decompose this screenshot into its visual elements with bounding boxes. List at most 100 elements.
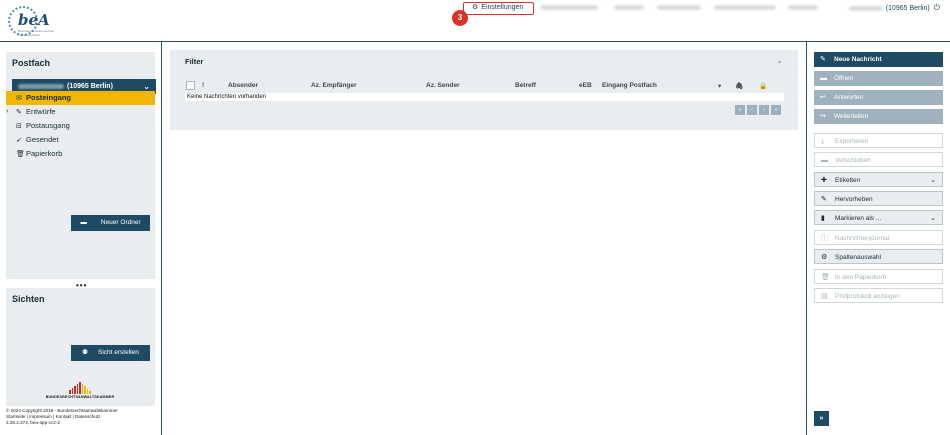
brak-bars-icon (44, 382, 116, 394)
chevron-down-icon: ⌄ (930, 215, 936, 222)
action-sidebar: ✎ Neue Nachricht ▬ Öffnen ↩ Antworten ↪ Weit… (806, 42, 950, 435)
logo-text: beA (18, 11, 50, 29)
action-label: Spaltenauswahl (835, 254, 881, 261)
step-badge: 3 (452, 10, 468, 26)
col-betreff[interactable]: Betreff (515, 82, 536, 89)
header-link-blurred-5[interactable] (788, 5, 818, 10)
folder-label: Entwürfe (26, 107, 56, 116)
col-absender[interactable]: Absender (228, 82, 258, 89)
select-all-checkbox[interactable] (186, 81, 195, 90)
col-az-sender[interactable]: Az. Sender (426, 82, 460, 89)
highlight-icon: ✎ (821, 196, 827, 203)
header-link-blurred-4[interactable] (714, 5, 776, 10)
mark-as-dropdown[interactable]: ▮ Markieren als ... ⌄ (814, 210, 943, 225)
prev-page-button[interactable]: ‹ (747, 105, 757, 115)
folder-posteingang[interactable]: ✉ Posteingang (6, 91, 155, 105)
new-folder-button[interactable]: ▬ Neuer Ordner (71, 215, 150, 231)
export-button[interactable]: ⤓ Exportieren (814, 133, 943, 148)
reply-icon: ↩ (820, 94, 826, 101)
chevron-down-icon[interactable]: ⌄ (776, 56, 783, 65)
settings-label: Einstellungen (481, 4, 524, 11)
move-to-trash-button[interactable]: 🗑 In den Papierkorb (814, 269, 943, 284)
trash-icon: 🗑 (16, 151, 25, 158)
folder-postausgang[interactable]: ⊟ Postausgang (6, 119, 155, 133)
col-priority[interactable]: ! (202, 82, 204, 89)
folder-label: Postausgang (26, 121, 70, 130)
highlight-button[interactable]: ✎ Hervorheben (814, 191, 943, 206)
create-view-label: Sicht erstellen (98, 349, 139, 356)
action-label: Weiterleiten (834, 113, 869, 120)
chevron-down-icon: ⌄ (930, 177, 936, 184)
folder-entwuerfe[interactable]: › ✎ Entwürfe (6, 105, 155, 119)
header-link-blurred-3[interactable] (657, 5, 701, 10)
lock-icon: 🔒 (759, 83, 768, 90)
filter-title[interactable]: Filter (185, 57, 203, 66)
document-icon: ▤ (821, 293, 828, 300)
col-eingang[interactable]: Eingang Postfach (602, 82, 657, 89)
pencil-icon: ✎ (820, 56, 826, 63)
folder-label: Gesendet (26, 135, 59, 144)
folder-gesendet[interactable]: ➶ Gesendet (6, 133, 155, 147)
action-label: Etiketten (835, 177, 861, 184)
new-folder-label: Neuer Ordner (100, 219, 141, 226)
brak-logo: BUNDESRECHTSANWALTSKAMMER (44, 382, 116, 399)
create-view-button[interactable]: ⚉ Sicht erstellen (71, 345, 150, 361)
tag-icon: ✚ (821, 177, 827, 184)
attachment-icon: 🖇 (735, 83, 744, 90)
footer-text: © 2024 Copyright 2018 - Bundesrechtsanwa… (6, 408, 118, 426)
view-icon: ⚉ (82, 349, 88, 356)
sichten-title: Sichten (12, 294, 45, 304)
user-location: (10965 Berlin) (885, 5, 930, 12)
empty-message-row: Keine Nachrichten vorhanden (185, 93, 784, 101)
mailbox-owner-blurred (18, 83, 64, 89)
folder-label: Posteingang (26, 93, 72, 102)
message-journal-button[interactable]: ⓘ Nachrichtenjournal (814, 230, 943, 245)
col-az-empfaenger[interactable]: Az. Empfänger (311, 82, 357, 89)
action-label: Hervorheben (835, 196, 873, 203)
labels-dropdown[interactable]: ✚ Etiketten ⌄ (814, 172, 943, 187)
action-label: Markieren als ... (835, 215, 882, 222)
action-label: Neue Nachricht (834, 56, 882, 63)
folder-papierkorb[interactable]: 🗑Papierkorb (6, 147, 155, 161)
last-page-button[interactable]: » (771, 105, 781, 115)
reply-button[interactable]: ↩ Antworten (814, 90, 943, 105)
sort-desc-icon[interactable]: ▾ (718, 82, 721, 90)
mailbox-label: (10965 Berlin) (67, 83, 113, 90)
message-table-header: ! Absender Az. Empfänger Az. Sender Betr… (186, 80, 784, 92)
power-icon[interactable]: ⏻ (934, 3, 940, 12)
header-link-blurred-2[interactable] (614, 5, 644, 10)
expand-sidebar-button[interactable]: » (814, 411, 829, 426)
column-selection-button[interactable]: ⚙ Spaltenauswahl (814, 249, 943, 264)
folder-icon: ▬ (80, 219, 87, 226)
brak-name: BUNDESRECHTSANWALTSKAMMER (45, 395, 115, 399)
folder-label: Papierkorb (26, 149, 63, 158)
action-label: Nachrichtenjournal (835, 235, 890, 242)
first-page-button[interactable]: « (735, 105, 745, 115)
new-message-button[interactable]: ✎ Neue Nachricht (814, 52, 943, 67)
next-page-button[interactable]: › (759, 105, 769, 115)
forward-icon: ↪ (820, 113, 826, 120)
bea-logo[interactable]: beA Besonderes elektronisches Anwaltspos… (8, 6, 60, 37)
action-label: Öffnen (834, 75, 854, 82)
forward-button[interactable]: ↪ Weiterleiten (814, 109, 943, 124)
action-label: Verschieben (835, 157, 871, 164)
open-button[interactable]: ▬ Öffnen (814, 71, 943, 86)
bookmark-icon: ▮ (821, 215, 825, 222)
chevron-right-icon[interactable]: › (6, 105, 8, 119)
move-button[interactable]: ▬ Verschieben (814, 152, 943, 167)
action-label: Exportieren (835, 138, 869, 145)
info-icon: ⓘ (821, 235, 828, 242)
message-list-panel: Filter ⌄ ! Absender Az. Empfänger Az. Se… (170, 50, 798, 130)
postfach-panel: Postfach (10965 Berlin) ⌄ (6, 52, 156, 279)
version-text: 3.28.2.373, bea-app-cc2-2 (6, 420, 60, 425)
audit-log-button[interactable]: ▤ Prüfprotokoll anzeigen (814, 288, 943, 303)
action-label: Prüfprotokoll anzeigen (835, 293, 900, 300)
col-eeb[interactable]: eEB (579, 82, 592, 89)
user-info: (10965 Berlin) ⏻ (848, 3, 940, 13)
header-link-blurred-1[interactable] (540, 5, 598, 10)
settings-button[interactable]: ⚙ Einstellungen (463, 2, 534, 15)
postfach-title: Postfach (12, 58, 51, 68)
folder-list: ✉ Posteingang › ✎ Entwürfe ⊟ Postausgang ➶ G… (6, 91, 155, 161)
open-icon: ▬ (820, 75, 827, 82)
left-sidebar: Postfach (10965 Berlin) ⌄ ✉ Posteingang ›… (0, 42, 162, 435)
